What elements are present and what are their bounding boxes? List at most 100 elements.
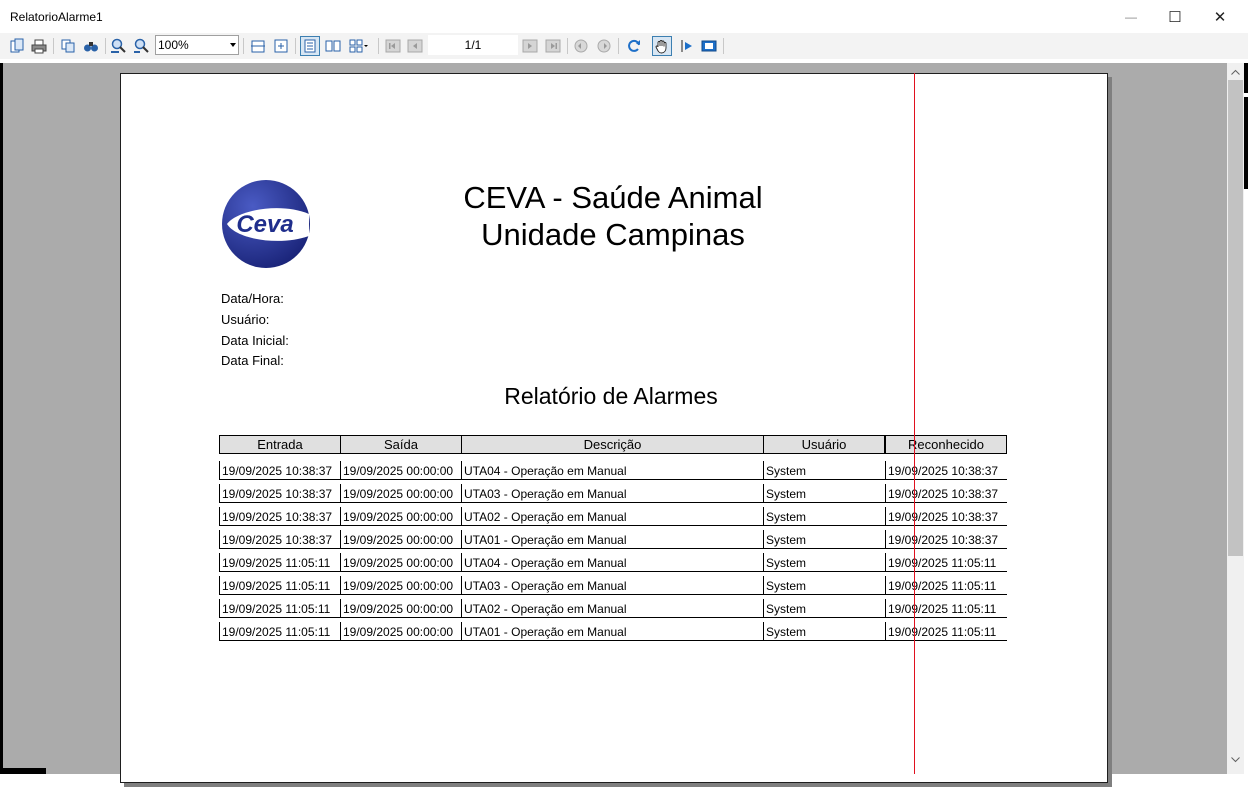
vertical-scrollbar[interactable]: [1227, 63, 1244, 774]
right-edge-block: [1244, 97, 1248, 189]
end-date-label: Data Final:: [221, 353, 284, 368]
prev-page-icon: [407, 39, 423, 53]
report-title: Relatório de Alarmes: [504, 383, 718, 409]
table-row: 19/09/2025 11:05:11 19/09/2025 00:00:00 UT…: [219, 622, 1007, 642]
cell-usuario: System: [763, 576, 886, 595]
zoom-select[interactable]: 100%: [155, 35, 239, 55]
single-page-button[interactable]: [300, 36, 320, 56]
table-row: 19/09/2025 10:38:37 19/09/2025 00:00:00 UT…: [219, 507, 1007, 527]
zoom-in-button[interactable]: [109, 36, 129, 56]
zoom-out-button[interactable]: [132, 36, 152, 56]
close-button[interactable]: ✕: [1197, 0, 1243, 33]
cell-usuario: System: [763, 484, 886, 503]
column-header-reconhecido: Reconhecido: [885, 435, 1007, 454]
cell-usuario: System: [763, 461, 886, 480]
cell-reconhecido: 19/09/2025 10:38:37: [885, 484, 1007, 503]
cell-descricao: UTA02 - Operação em Manual: [461, 599, 764, 618]
print-icon: [31, 39, 47, 54]
minimize-button[interactable]: —: [1108, 0, 1154, 33]
page-width-button[interactable]: [248, 36, 268, 56]
first-page-icon: [385, 39, 401, 53]
cell-entrada: 19/09/2025 10:38:37: [219, 507, 341, 526]
cell-entrada: 19/09/2025 10:38:37: [219, 530, 341, 549]
export-icon: [701, 40, 717, 52]
cell-reconhecido: 19/09/2025 11:05:11: [885, 622, 1007, 641]
cell-descricao: UTA04 - Operação em Manual: [461, 553, 764, 572]
bottom-edge: [0, 768, 46, 774]
cell-saida: 19/09/2025 00:00:00: [340, 576, 462, 595]
cell-usuario: System: [763, 507, 886, 526]
print-button[interactable]: [29, 36, 49, 56]
grid-icon: [349, 39, 368, 53]
next-page-button[interactable]: [520, 36, 540, 56]
whole-page-button[interactable]: [271, 36, 291, 56]
cell-usuario: System: [763, 553, 886, 572]
table-row: 19/09/2025 10:38:37 19/09/2025 00:00:00 UT…: [219, 461, 1007, 481]
cell-descricao: UTA02 - Operação em Manual: [461, 507, 764, 526]
cell-entrada: 19/09/2025 10:38:37: [219, 484, 341, 503]
cell-reconhecido: 19/09/2025 11:05:11: [885, 599, 1007, 618]
right-edge-block: [1244, 63, 1248, 93]
forward-button[interactable]: [594, 36, 614, 56]
cell-saida: 19/09/2025 00:00:00: [340, 599, 462, 618]
cell-saida: 19/09/2025 00:00:00: [340, 530, 462, 549]
first-page-button[interactable]: [383, 36, 403, 56]
maximize-button[interactable]: ☐: [1152, 0, 1198, 33]
export-button[interactable]: [699, 36, 719, 56]
back-button[interactable]: [571, 36, 591, 56]
cell-entrada: 19/09/2025 10:38:37: [219, 461, 341, 480]
last-page-icon: [545, 39, 561, 53]
column-header-saida: Saída: [340, 435, 462, 454]
cell-usuario: System: [763, 530, 886, 549]
scroll-up-button[interactable]: [1227, 63, 1244, 80]
page-width-icon: [251, 40, 265, 53]
cell-saida: 19/09/2025 00:00:00: [340, 507, 462, 526]
toolbar-separator: [295, 38, 296, 54]
page-indicator[interactable]: 1/1: [428, 35, 518, 55]
open-button[interactable]: [7, 36, 27, 56]
table-row: 19/09/2025 11:05:11 19/09/2025 00:00:00 UT…: [219, 553, 1007, 573]
cell-saida: 19/09/2025 00:00:00: [340, 553, 462, 572]
open-icon: [10, 38, 24, 53]
find-icon: [84, 42, 98, 52]
last-page-button[interactable]: [543, 36, 563, 56]
minimize-icon: —: [1125, 9, 1137, 24]
table-row: 19/09/2025 10:38:37 19/09/2025 00:00:00 UT…: [219, 484, 1007, 504]
datetime-label: Data/Hora:: [221, 291, 284, 306]
toolbar-separator: [723, 38, 724, 54]
cell-usuario: System: [763, 622, 886, 641]
toolbar-separator: [567, 38, 568, 54]
company-name: CEVA - Saúde Animal: [463, 180, 763, 215]
table-row: 19/09/2025 10:38:37 19/09/2025 00:00:00 UT…: [219, 530, 1007, 550]
scroll-down-button[interactable]: [1227, 751, 1244, 768]
cell-descricao: UTA01 - Operação em Manual: [461, 622, 764, 641]
cursor-guide-line: [914, 73, 915, 774]
refresh-button[interactable]: [624, 36, 644, 56]
cell-entrada: 19/09/2025 11:05:11: [219, 576, 341, 595]
toolbar-separator: [378, 38, 379, 54]
ceva-logo: Ceva: [222, 180, 310, 268]
grid-button[interactable]: [346, 36, 372, 56]
maximize-icon: ☐: [1168, 8, 1182, 26]
select-icon: [681, 40, 692, 52]
multi-page-button[interactable]: [323, 36, 343, 56]
close-icon: ✕: [1213, 8, 1227, 26]
column-header-descricao: Descrição: [461, 435, 764, 454]
copy-button[interactable]: [58, 36, 78, 56]
cell-usuario: System: [763, 599, 886, 618]
scroll-thumb[interactable]: [1228, 80, 1243, 556]
find-button[interactable]: [81, 36, 101, 56]
zoom-out-icon: [134, 38, 149, 53]
cell-reconhecido: 19/09/2025 10:38:37: [885, 530, 1007, 549]
back-icon: [574, 39, 588, 53]
select-tool-button[interactable]: [676, 36, 696, 56]
hand-tool-button[interactable]: [652, 36, 672, 56]
next-page-icon: [522, 39, 538, 53]
cell-descricao: UTA03 - Operação em Manual: [461, 576, 764, 595]
toolbar-separator: [618, 38, 619, 54]
chevron-down-icon: [1231, 756, 1240, 762]
prev-page-button[interactable]: [405, 36, 425, 56]
cell-saida: 19/09/2025 00:00:00: [340, 622, 462, 641]
zoom-value: 100%: [158, 38, 189, 52]
cell-reconhecido: 19/09/2025 10:38:37: [885, 507, 1007, 526]
